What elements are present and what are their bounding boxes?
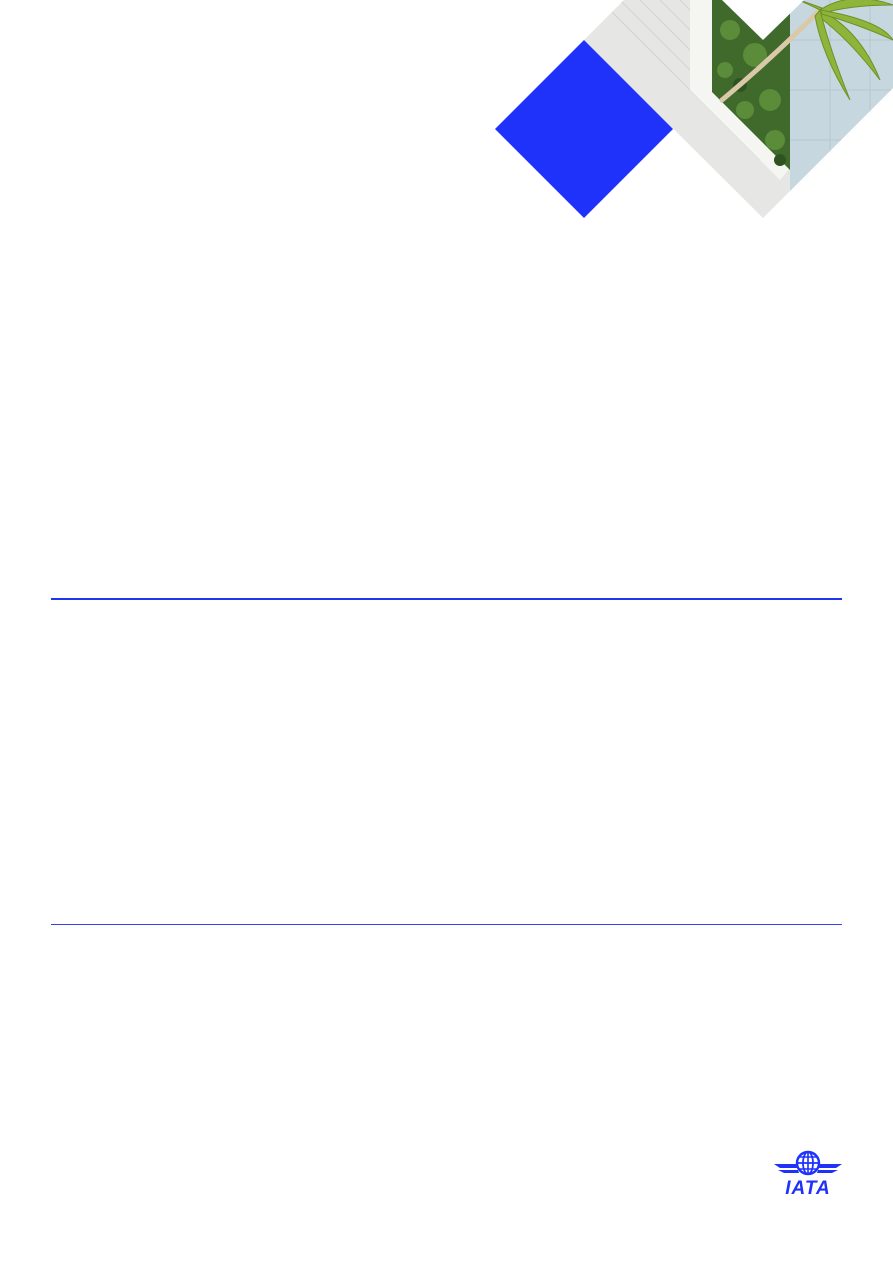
divider-rule-top bbox=[51, 598, 842, 600]
divider-rule-bottom bbox=[51, 924, 842, 925]
iata-globe-wings-icon bbox=[774, 1150, 842, 1176]
iata-logo: IATA bbox=[770, 1150, 846, 1206]
iata-logo-text: IATA bbox=[785, 1178, 831, 1199]
hero-artwork bbox=[495, 0, 893, 218]
report-cover-page: IATA bbox=[0, 0, 893, 1263]
